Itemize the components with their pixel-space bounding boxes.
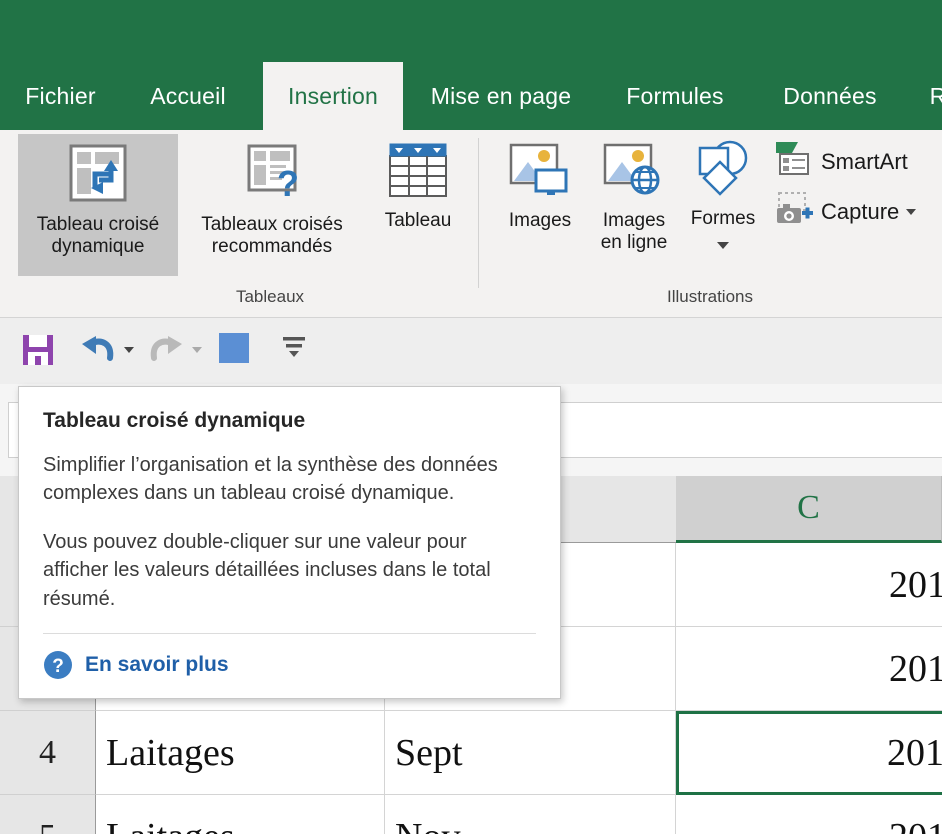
chevron-down-icon[interactable] bbox=[717, 242, 729, 250]
cell-text: Laitages bbox=[106, 815, 235, 834]
ribbon: Tableau croisé dynamique ? Tableaux croi… bbox=[0, 130, 942, 318]
cell-c-selected[interactable]: 2014 bbox=[676, 711, 942, 795]
group-label-tableaux: Tableaux bbox=[235, 287, 305, 306]
row-header-label: 4 bbox=[39, 733, 56, 771]
table-icon bbox=[384, 140, 452, 207]
tab-revision[interactable]: R bbox=[918, 62, 942, 130]
quick-access-toolbar bbox=[0, 318, 942, 384]
save-icon bbox=[23, 335, 53, 365]
cell-text: 2018 bbox=[889, 563, 942, 606]
save-button[interactable] bbox=[20, 332, 56, 368]
title-bar bbox=[0, 0, 942, 62]
column-header-c[interactable]: C bbox=[676, 476, 942, 543]
cell-c[interactable]: 2018 bbox=[676, 543, 942, 627]
row-header[interactable]: 5 bbox=[0, 795, 96, 834]
tab-accueil[interactable]: Accueil bbox=[133, 62, 243, 130]
tab-label: Formules bbox=[626, 82, 724, 109]
tab-label: Mise en page bbox=[430, 82, 572, 109]
ribbon-tab-strip: Fichier Accueil Insertion Mise en page F… bbox=[0, 62, 942, 130]
tab-label: Données bbox=[783, 82, 877, 109]
learn-more-label: En savoir plus bbox=[85, 652, 229, 676]
tooltip-paragraph-2: Vous pouvez double-cliquer sur une valeu… bbox=[43, 530, 491, 610]
shapes-icon bbox=[692, 140, 754, 205]
tab-mise-en-page[interactable]: Mise en page bbox=[415, 62, 587, 130]
cell-text: Nov bbox=[395, 815, 460, 834]
svg-text:?: ? bbox=[277, 163, 299, 204]
smartart-button[interactable]: SmartArt bbox=[774, 140, 908, 183]
tab-fichier[interactable]: Fichier bbox=[8, 62, 113, 130]
smartart-icon bbox=[774, 140, 814, 183]
undo-icon bbox=[82, 336, 114, 361]
cell-text: Sept bbox=[395, 731, 463, 774]
cell-c[interactable]: 2019 bbox=[676, 795, 942, 834]
cell-a[interactable]: Laitages bbox=[96, 711, 385, 795]
tab-label: Fichier bbox=[25, 82, 96, 109]
tab-donnees[interactable]: Données bbox=[765, 62, 895, 130]
smartart-label: SmartArt bbox=[821, 148, 908, 174]
cell-text: Laitages bbox=[106, 731, 235, 774]
cell-c[interactable]: 2015 bbox=[676, 627, 942, 711]
shapes-button[interactable]: Formes bbox=[682, 134, 764, 276]
pivot-table-tooltip: Tableau croisé dynamique Simplifier l’or… bbox=[18, 386, 561, 699]
redo-icon bbox=[150, 336, 182, 361]
screenshot-button[interactable]: Capture bbox=[774, 190, 917, 233]
online-pictures-icon bbox=[600, 140, 668, 207]
cell-text: 2019 bbox=[889, 815, 942, 834]
tab-insertion[interactable]: Insertion bbox=[263, 62, 403, 130]
sort-filter-icon bbox=[283, 337, 305, 357]
group-divider-1 bbox=[478, 138, 479, 288]
screenshot-label: Capture bbox=[821, 198, 900, 224]
tooltip-title: Tableau croisé dynamique bbox=[43, 409, 306, 432]
pivot-table-label-line2: dynamique bbox=[51, 236, 145, 258]
svg-text:?: ? bbox=[52, 656, 64, 677]
tab-formules[interactable]: Formules bbox=[605, 62, 745, 130]
redo-dropdown-chevron-down-icon[interactable] bbox=[192, 347, 202, 353]
excel-window: Fichier Accueil Insertion Mise en page F… bbox=[0, 0, 942, 834]
pictures-icon bbox=[506, 140, 574, 207]
redo-button[interactable] bbox=[146, 332, 202, 368]
tooltip-paragraph-1: Simplifier l’organisation et la synthèse… bbox=[43, 454, 498, 505]
recommended-pivot-tables-button[interactable]: ? Tableaux croisés recommandés bbox=[182, 134, 362, 276]
chevron-down-icon[interactable] bbox=[906, 208, 917, 215]
row-header[interactable]: 4 bbox=[0, 711, 96, 795]
group-label-illustrations: Illustrations bbox=[667, 287, 753, 306]
color-swatch-icon bbox=[219, 333, 249, 363]
fill-color-button[interactable] bbox=[218, 332, 250, 364]
pivot-table-button[interactable]: Tableau croisé dynamique bbox=[18, 134, 178, 276]
tab-label: Insertion bbox=[287, 82, 378, 109]
undo-button[interactable] bbox=[78, 332, 134, 368]
recommended-pivot-label-line2: recommandés bbox=[211, 236, 333, 258]
pictures-button[interactable]: Images bbox=[494, 134, 586, 254]
online-pictures-label-line1: Images bbox=[602, 210, 666, 231]
pictures-label: Images bbox=[508, 210, 572, 231]
cell-b[interactable]: Sept bbox=[385, 711, 676, 795]
screenshot-camera-icon bbox=[774, 190, 814, 233]
cell-b[interactable]: Nov bbox=[385, 795, 676, 834]
help-circle-icon: ? bbox=[44, 650, 72, 679]
cell-a[interactable]: Laitages bbox=[96, 795, 385, 834]
pivot-table-icon bbox=[65, 140, 131, 211]
online-pictures-button[interactable]: Images en ligne bbox=[588, 134, 680, 276]
tab-label: R bbox=[929, 82, 942, 109]
pivot-table-label-line1: Tableau croisé bbox=[36, 214, 160, 235]
learn-more-row[interactable]: ? En savoir plus bbox=[43, 634, 536, 698]
table-button[interactable]: Tableau bbox=[366, 134, 470, 254]
column-header-label: C bbox=[797, 489, 820, 526]
tab-label: Accueil bbox=[150, 82, 226, 109]
shapes-label: Formes bbox=[690, 208, 756, 229]
row-header-label: 5 bbox=[39, 818, 56, 834]
cell-text: 2014 bbox=[887, 732, 942, 774]
online-pictures-label-line2: en ligne bbox=[600, 232, 668, 254]
sort-filter-button[interactable] bbox=[280, 332, 308, 360]
table-label: Tableau bbox=[384, 210, 452, 231]
recommended-pivot-tables-icon: ? bbox=[239, 140, 305, 211]
recommended-pivot-label-line1: Tableaux croisés bbox=[201, 214, 343, 235]
undo-dropdown-chevron-down-icon[interactable] bbox=[124, 347, 134, 353]
cell-text: 2015 bbox=[889, 647, 942, 690]
